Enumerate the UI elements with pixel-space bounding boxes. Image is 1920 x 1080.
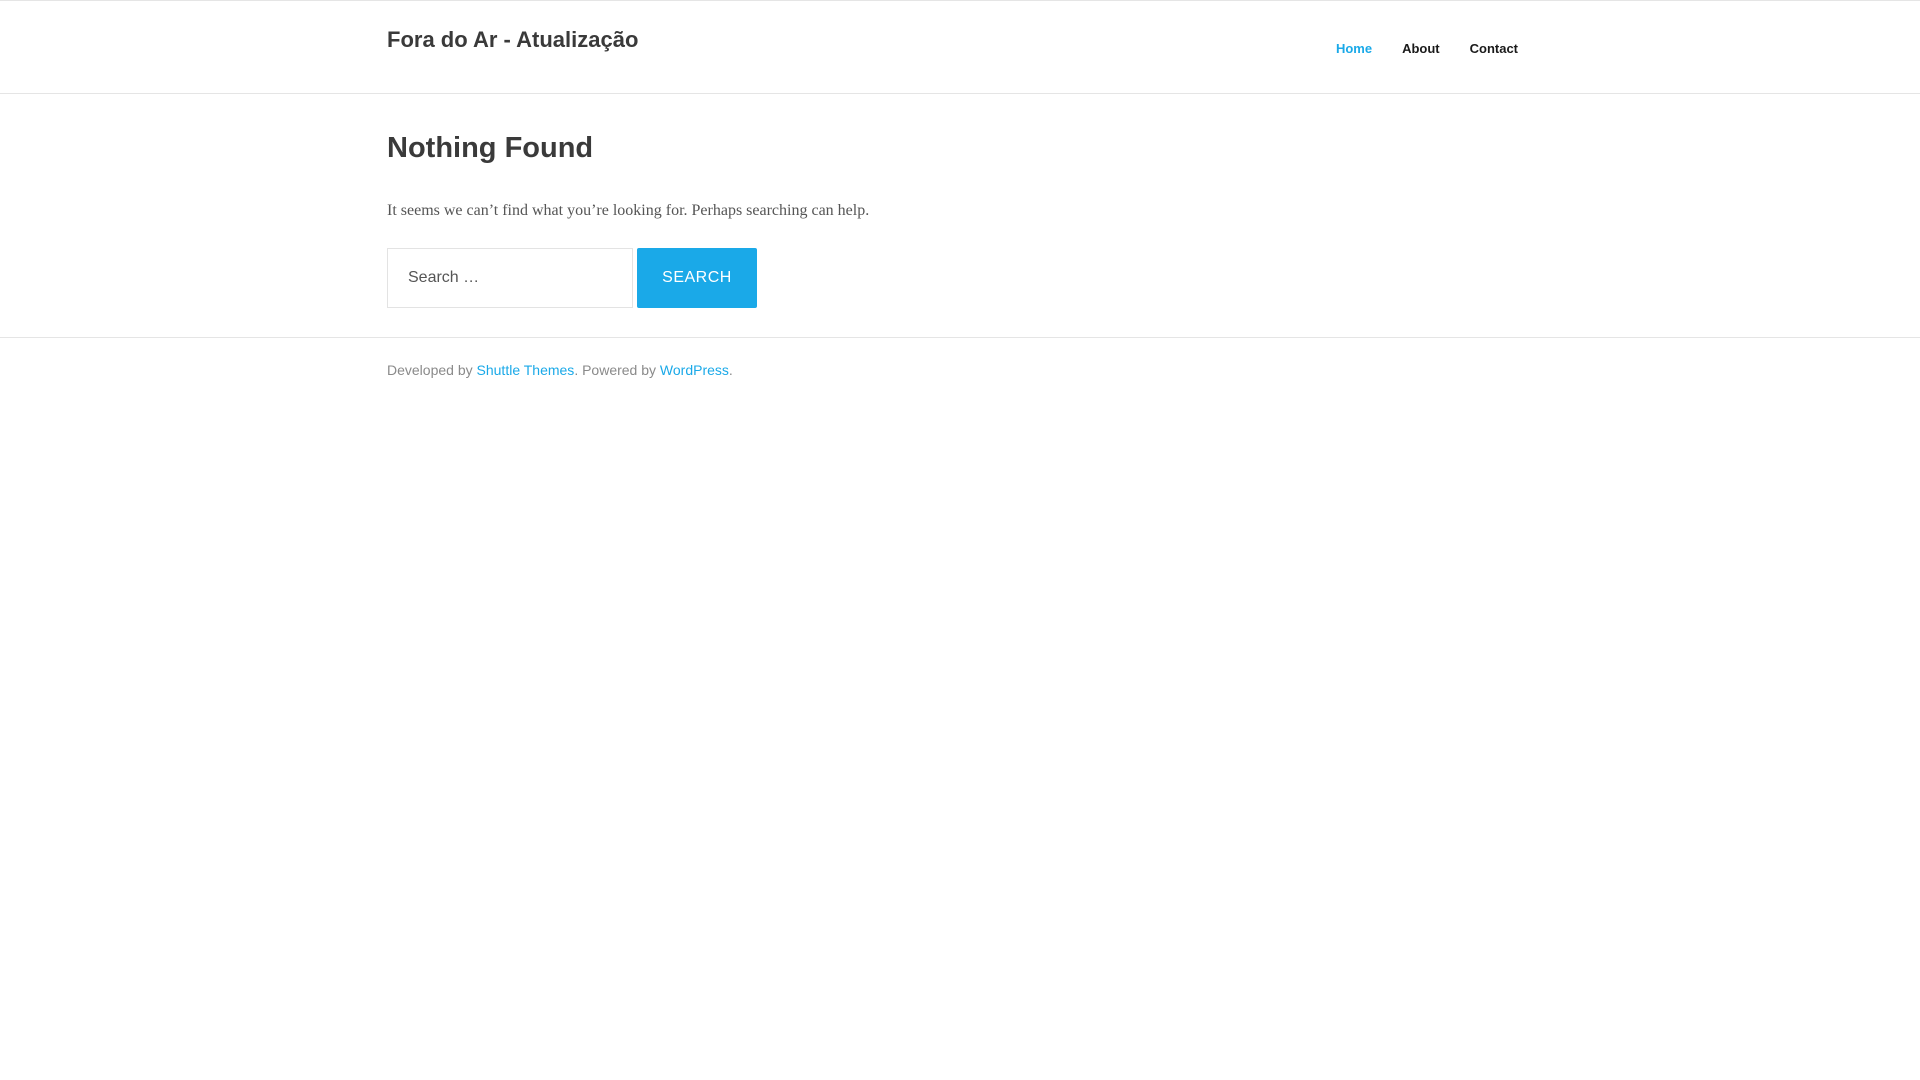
wordpress-link[interactable]: WordPress — [660, 362, 729, 378]
search-form: Search — [387, 248, 757, 308]
site-header: Fora do Ar - Atualização Home About Cont… — [0, 0, 1920, 94]
developed-by-text: Developed by — [387, 362, 473, 378]
search-input[interactable] — [387, 248, 633, 308]
shuttle-themes-link[interactable]: Shuttle Themes — [477, 362, 575, 378]
powered-by-text: . Powered by — [574, 362, 657, 378]
nav-item-home[interactable]: Home — [1336, 41, 1372, 56]
page-title: Nothing Found — [387, 132, 594, 164]
main-navigation: Home About Contact — [1336, 41, 1518, 56]
site-title-link[interactable]: Fora do Ar - Atualização — [387, 27, 638, 53]
nav-item-contact[interactable]: Contact — [1470, 41, 1518, 56]
search-button-label: Search — [662, 269, 732, 286]
footer-suffix: . — [728, 362, 733, 378]
search-button[interactable]: Search — [637, 248, 757, 308]
not-found-message: It seems we can’t find what you’re looki… — [387, 202, 870, 219]
nav-item-about[interactable]: About — [1402, 41, 1440, 56]
site-info: Developed by Shuttle Themes. Powered by … — [387, 362, 733, 378]
site-footer: Developed by Shuttle Themes. Powered by … — [0, 337, 1920, 378]
